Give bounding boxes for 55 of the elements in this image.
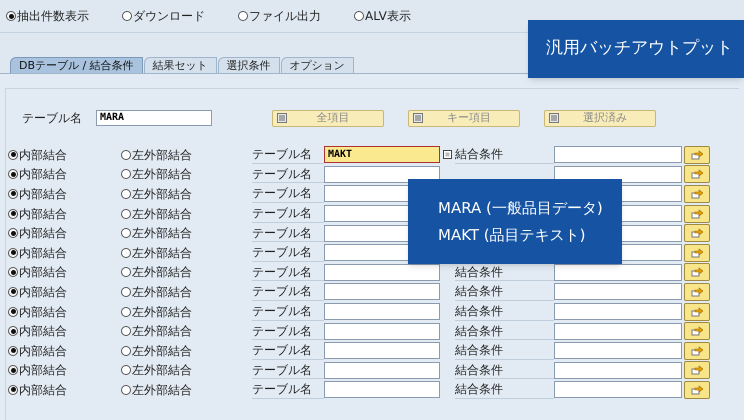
field-label: テーブル名 [252,362,312,379]
caption-text: MAKT (品目テキスト) [438,224,586,246]
field-label: 結合条件 [455,342,503,360]
option-label: 内部結合 [19,382,67,399]
option-label: 左外部結合 [132,264,192,282]
option-label: 左外部結合 [132,166,192,184]
field-label: テーブル名 [252,244,312,262]
option-label: 左外部結合 [132,225,192,242]
field-label: テーブル名 [252,185,312,202]
option-label: 内部結合 [19,186,67,203]
field-label: 結合条件 [455,303,503,320]
option-label: 左外部結合 [132,146,192,164]
field-label: テーブル名 [252,205,312,222]
field-label: テーブル名 [252,283,312,300]
option-label: 内部結合 [19,284,67,301]
field-label: テーブル名 [22,110,83,127]
option-label: 内部結合 [19,146,67,164]
field-label: テーブル名 [252,264,312,281]
field-label: テーブル名 [252,342,312,360]
option-label: 左外部結合 [132,284,192,301]
option-label: 内部結合 [19,225,67,242]
field-label: 結合条件 [455,322,503,340]
option-label: ファイル出力 [249,8,321,25]
option-label: 左外部結合 [132,382,192,399]
caption-text: MARA (一般品目データ) [438,198,603,219]
option-label: 内部結合 [19,206,67,223]
option-label: 左外部結合 [132,244,192,262]
field-label: 結合条件 [455,381,503,398]
field-label: テーブル名 [252,322,312,340]
field-label: テーブル名 [252,166,312,183]
title-banner: 汎用バッチアウトプット [528,20,744,78]
option-label: 抽出件数表示 [17,8,89,25]
field-label: テーブル名 [252,303,312,320]
option-label: ダウンロード [133,8,205,25]
field-label: テーブル名 [252,224,312,242]
field-label: 結合条件 [455,146,503,164]
option-label: 内部結合 [19,323,67,340]
option-label: 内部結合 [19,264,67,282]
option-label: 左外部結合 [132,206,192,223]
option-label: 左外部結合 [132,186,192,203]
option-label: 左外部結合 [132,304,192,321]
field-label: 結合条件 [455,264,503,281]
field-label: 結合条件 [455,362,503,379]
option-label: 左外部結合 [132,323,192,340]
option-label: 内部結合 [19,362,67,380]
option-label: 内部結合 [19,304,67,321]
option-label: 内部結合 [19,342,67,360]
option-label: 内部結合 [19,244,67,262]
option-label: 左外部結合 [132,362,192,380]
option-label: 内部結合 [19,166,67,184]
field-label: 結合条件 [455,283,503,300]
field-label: テーブル名 [252,381,312,398]
option-label: 左外部結合 [132,342,192,360]
field-label: テーブル名 [252,146,312,164]
option-label: ALV表示 [365,8,411,25]
